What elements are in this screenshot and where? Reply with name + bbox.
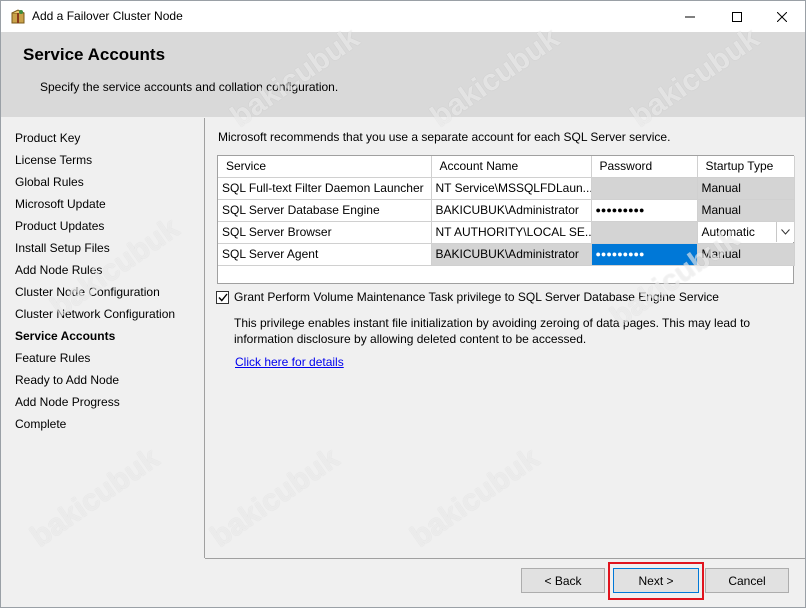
nav-item-microsoft-update[interactable]: Microsoft Update (15, 197, 106, 211)
service-cell: SQL Server Database Engine (218, 199, 432, 222)
nav-item-add-node-progress[interactable]: Add Node Progress (15, 395, 120, 409)
page-title: Service Accounts (23, 45, 166, 64)
account-name-cell[interactable]: NT Service\MSSQLFDLaun... (431, 177, 592, 200)
back-button[interactable]: < Back (521, 568, 605, 593)
details-link[interactable]: Click here for details (235, 355, 344, 369)
password-cell[interactable]: ●●●●●●●●● (591, 243, 698, 266)
grant-privilege-checkbox[interactable] (216, 290, 229, 304)
table-row: SQL Server Agent BAKICUBUK\Administrator… (218, 243, 795, 266)
service-cell: SQL Server Agent (218, 243, 432, 266)
title-bar: Add a Failover Cluster Node (1, 1, 805, 32)
service-accounts-grid: Service Account Name Password Startup Ty… (217, 155, 795, 284)
chevron-down-icon[interactable] (775, 221, 793, 242)
maximize-icon (732, 11, 742, 22)
grid-header-row: Service Account Name Password Startup Ty… (218, 156, 795, 178)
window-title: Add a Failover Cluster Node (32, 9, 183, 23)
nav-item-complete[interactable]: Complete (15, 417, 66, 431)
startup-type-dropdown[interactable]: Automatic (697, 221, 795, 244)
service-cell: SQL Full-text Filter Daemon Launcher (218, 177, 432, 200)
setup-dialog: Add a Failover Cluster Node Service Acco… (0, 0, 806, 608)
page-subtitle: Specify the service accounts and collati… (40, 80, 339, 94)
minimize-button[interactable] (667, 1, 713, 32)
password-cell[interactable]: ●●●●●●●●● (591, 199, 698, 222)
column-header-service[interactable]: Service (218, 156, 432, 178)
next-button-highlight (608, 562, 704, 600)
password-cell (591, 221, 698, 244)
account-name-cell[interactable]: NT AUTHORITY\LOCAL SE... (431, 221, 592, 244)
startup-type-value: Automatic (701, 224, 755, 239)
service-accounts-panel: Microsoft recommends that you use a sepa… (205, 118, 805, 558)
table-row: SQL Server Database Engine BAKICUBUK\Adm… (218, 199, 795, 222)
startup-type-cell: Manual (697, 199, 795, 222)
minimize-icon (685, 16, 695, 17)
column-header-startup-type[interactable]: Startup Type (697, 156, 795, 178)
recommendation-text: Microsoft recommends that you use a sepa… (218, 130, 671, 144)
password-value: ●●●●●●●●● (595, 205, 645, 215)
account-name-cell[interactable]: BAKICUBUK\Administrator (431, 199, 592, 222)
close-button[interactable] (759, 1, 805, 32)
maximize-button[interactable] (714, 1, 760, 32)
page-header: Service Accounts Specify the service acc… (1, 32, 805, 117)
nav-item-feature-rules[interactable]: Feature Rules (15, 351, 90, 365)
table-row: SQL Server Browser NT AUTHORITY\LOCAL SE… (218, 221, 795, 244)
nav-item-add-node-rules[interactable]: Add Node Rules (15, 263, 102, 277)
nav-item-service-accounts[interactable]: Service Accounts (15, 329, 115, 343)
nav-item-cluster-network-configuration[interactable]: Cluster Network Configuration (15, 307, 175, 321)
nav-item-product-updates[interactable]: Product Updates (15, 219, 104, 233)
nav-item-install-setup-files[interactable]: Install Setup Files (15, 241, 110, 255)
password-cell (591, 177, 698, 200)
password-value: ●●●●●●●●● (595, 249, 645, 259)
nav-item-cluster-node-configuration[interactable]: Cluster Node Configuration (15, 285, 160, 299)
checkmark-icon (217, 293, 228, 302)
privilege-description: This privilege enables instant file init… (234, 316, 751, 346)
column-header-account-name[interactable]: Account Name (431, 156, 592, 178)
nav-item-ready-to-add-node[interactable]: Ready to Add Node (15, 373, 119, 387)
account-name-cell[interactable]: BAKICUBUK\Administrator (431, 243, 592, 266)
grant-privilege-row: Grant Perform Volume Maintenance Task pr… (216, 290, 719, 304)
startup-type-cell: Manual (697, 177, 795, 200)
footer-divider (205, 558, 805, 559)
table-row: SQL Full-text Filter Daemon Launcher NT … (218, 177, 795, 200)
cancel-button[interactable]: Cancel (705, 568, 789, 593)
service-cell: SQL Server Browser (218, 221, 432, 244)
wizard-steps-nav: Product Key License Terms Global Rules M… (1, 118, 204, 558)
nav-item-global-rules[interactable]: Global Rules (15, 175, 84, 189)
grant-privilege-label[interactable]: Grant Perform Volume Maintenance Task pr… (234, 290, 719, 304)
close-icon (777, 11, 787, 22)
column-header-password[interactable]: Password (591, 156, 698, 178)
nav-item-license-terms[interactable]: License Terms (15, 153, 92, 167)
startup-type-cell: Manual (697, 243, 795, 266)
nav-item-product-key[interactable]: Product Key (15, 131, 80, 145)
setup-box-icon (10, 8, 26, 24)
